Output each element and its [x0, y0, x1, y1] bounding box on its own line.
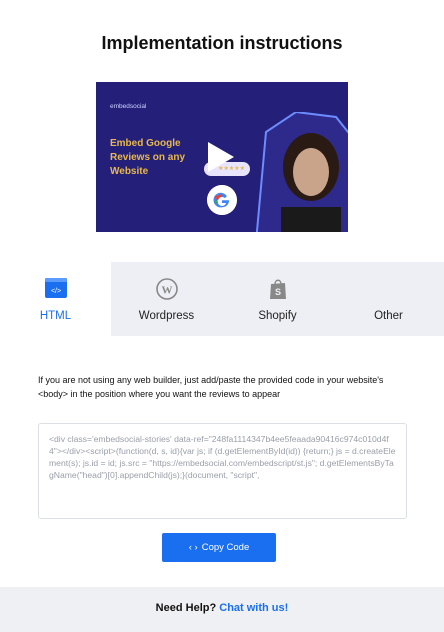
- wordpress-icon: W: [155, 278, 178, 300]
- person-image: [256, 112, 348, 232]
- code-icon: </>: [44, 278, 67, 298]
- tab-other[interactable]: Other: [333, 262, 444, 336]
- chat-link[interactable]: Chat with us!: [219, 602, 288, 614]
- tab-shopify[interactable]: S Shopify: [222, 262, 333, 336]
- shopify-icon: S: [269, 279, 286, 299]
- svg-text:</>: </>: [50, 288, 60, 295]
- google-icon: [207, 185, 237, 215]
- play-icon[interactable]: [206, 140, 236, 174]
- video-caption: Embed Google Reviews on any Website: [110, 138, 186, 177]
- platform-tabs: </> HTML W Wordpress S Shopify Other: [0, 262, 444, 336]
- tab-wordpress-label: Wordpress: [138, 310, 195, 322]
- copy-code-label: Copy Code: [201, 542, 250, 553]
- tab-wordpress[interactable]: W Wordpress: [111, 262, 222, 336]
- video-brand: embedsocial: [110, 103, 147, 110]
- tab-html-label: HTML: [39, 310, 72, 322]
- copy-code-button[interactable]: ‹ › Copy Code: [162, 533, 276, 562]
- instruction-text: If you are not using any web builder, ju…: [38, 375, 384, 399]
- page-title: Implementation instructions: [101, 33, 343, 53]
- code-brackets-icon: ‹ ›: [188, 542, 198, 553]
- tab-html[interactable]: </> HTML: [0, 262, 111, 336]
- tab-other-label: Other: [374, 310, 403, 322]
- svg-text:S: S: [274, 287, 280, 297]
- help-text: Need Help?: [155, 602, 217, 614]
- tab-shopify-label: Shopify: [258, 310, 297, 322]
- video-thumbnail[interactable]: embedsocial Embed Google Reviews on any …: [96, 82, 348, 232]
- embed-code-box[interactable]: <div class='embedsocial-stories' data-re…: [38, 423, 407, 519]
- help-bar: Need Help? Chat with us!: [0, 587, 444, 632]
- svg-text:W: W: [161, 285, 172, 297]
